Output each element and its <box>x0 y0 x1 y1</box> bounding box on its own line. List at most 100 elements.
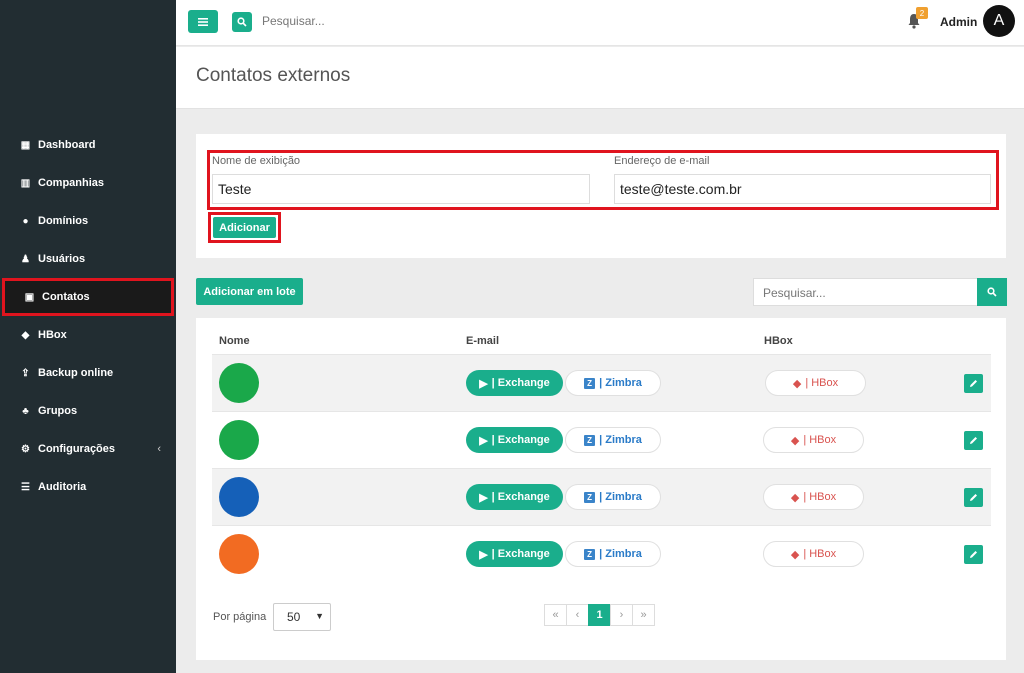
notification-badge: 2 <box>916 7 928 19</box>
next-page-button[interactable]: › <box>610 604 633 626</box>
zimbra-button[interactable]: Z | Zimbra <box>565 484 661 510</box>
cube-icon: ◆ <box>21 329 30 341</box>
sidebar-item-label: Contatos <box>42 291 90 303</box>
exchange-button[interactable]: ▶ | Exchange <box>466 370 563 396</box>
add-button[interactable]: Adicionar <box>213 217 276 238</box>
chevron-left-icon: ‹ <box>157 443 161 455</box>
display-name-label: Nome de exibição <box>212 155 301 167</box>
sidebar-item-label: Auditoria <box>38 481 87 493</box>
exchange-button[interactable]: ▶ | Exchange <box>466 427 563 453</box>
zimbra-icon: Z <box>584 491 596 503</box>
pencil-icon <box>970 380 977 387</box>
hamburger-icon <box>198 17 208 26</box>
contact-avatar <box>219 363 259 403</box>
table-row: ▶ | Exchange Z | Zimbra ◆ | HBox <box>212 411 991 468</box>
batch-add-button[interactable]: Adicionar em lote <box>196 278 303 305</box>
per-page-value: 50 <box>287 610 301 624</box>
chevron-down-icon: ▼ <box>315 611 324 621</box>
column-header-name: Nome <box>219 335 250 347</box>
edit-button[interactable] <box>964 545 983 564</box>
pencil-icon <box>970 437 977 444</box>
hbox-button[interactable]: ◆ | HBox <box>763 541 864 567</box>
cube-icon: ◆ <box>790 434 800 447</box>
sidebar-item-contatos[interactable]: ▣ Contatos <box>2 278 174 316</box>
avatar[interactable]: A <box>983 5 1015 37</box>
hbox-button[interactable]: ◆ | HBox <box>763 427 864 453</box>
exchange-button[interactable]: ▶ | Exchange <box>466 541 563 567</box>
menu-toggle-button[interactable] <box>188 10 218 33</box>
topbar: Pesquisar... 2 Admin A <box>176 0 1024 46</box>
users-icon: ♣ <box>22 405 29 417</box>
list-icon: ☰ <box>21 481 30 493</box>
hbox-button[interactable]: ◆ | HBox <box>763 484 864 510</box>
column-header-email: E-mail <box>466 335 500 347</box>
display-name-field[interactable]: Teste <box>212 174 590 204</box>
exchange-button[interactable]: ▶ | Exchange <box>466 484 563 510</box>
user-icon: ♟ <box>21 253 30 265</box>
sidebar-item-hbox[interactable]: ◆ HBox <box>0 316 176 354</box>
contact-avatar <box>219 477 259 517</box>
building-icon: ▥ <box>20 177 31 189</box>
add-button-highlight: Adicionar <box>208 212 281 243</box>
contact-avatar <box>219 534 259 574</box>
sidebar-item-backup-online[interactable]: ⇪ Backup online <box>0 354 176 392</box>
sidebar-item-label: Backup online <box>38 367 114 379</box>
column-header-hbox: HBox <box>764 335 793 347</box>
zimbra-button[interactable]: Z | Zimbra <box>565 370 661 396</box>
email-field[interactable]: teste@teste.com.br <box>614 174 991 204</box>
upload-icon: ⇪ <box>21 367 30 379</box>
sidebar-nav: ▦ Dashboard ▥ Companhias ● Domínios ♟ Us… <box>0 126 176 506</box>
sidebar-item-auditoria[interactable]: ☰ Auditoria <box>0 468 176 506</box>
prev-page-button[interactable]: ‹ <box>566 604 589 626</box>
sidebar-item-grupos[interactable]: ♣ Grupos <box>0 392 176 430</box>
top-search-button[interactable] <box>232 12 252 32</box>
per-page-select[interactable]: 50 ▼ <box>273 603 331 631</box>
play-icon: ▶ <box>479 434 488 447</box>
sidebar-item-dashboard[interactable]: ▦ Dashboard <box>0 126 176 164</box>
list-search-input[interactable]: Pesquisar... <box>753 278 978 306</box>
dashboard-icon: ▦ <box>20 139 31 151</box>
top-search-input[interactable]: Pesquisar... <box>262 14 325 28</box>
add-contact-form: Nome de exibição Teste Endereço de e-mai… <box>196 134 1006 258</box>
sidebar-item-usuarios[interactable]: ♟ Usuários <box>0 240 176 278</box>
contact-card-icon: ▣ <box>24 291 35 303</box>
search-icon <box>237 17 247 27</box>
edit-button[interactable] <box>964 488 983 507</box>
edit-button[interactable] <box>964 431 983 450</box>
user-name[interactable]: Admin <box>940 15 977 29</box>
table-row: ▶ | Exchange Z | Zimbra ◆ | HBox <box>212 468 991 525</box>
pagination: « ‹ 1 › » <box>544 604 655 626</box>
page-title: Contatos externos <box>196 65 351 86</box>
cube-icon: ◆ <box>792 377 802 390</box>
edit-button[interactable] <box>964 374 983 393</box>
sidebar-item-companhias[interactable]: ▥ Companhias <box>0 164 176 202</box>
email-label: Endereço de e-mail <box>614 155 710 167</box>
play-icon: ▶ <box>479 548 488 561</box>
pencil-icon <box>970 494 977 501</box>
sidebar-item-dominios[interactable]: ● Domínios <box>0 202 176 240</box>
list-search-button[interactable] <box>977 278 1007 306</box>
cube-icon: ◆ <box>790 548 800 561</box>
zimbra-icon: Z <box>584 434 596 446</box>
last-page-button[interactable]: » <box>632 604 655 626</box>
sidebar-item-label: Configurações <box>38 443 116 455</box>
sidebar-item-label: HBox <box>38 329 67 341</box>
first-page-button[interactable]: « <box>544 604 567 626</box>
gear-icon: ⚙ <box>21 443 30 455</box>
hbox-button[interactable]: ◆ | HBox <box>765 370 866 396</box>
zimbra-icon: Z <box>584 548 596 560</box>
per-page-label: Por página <box>213 611 267 623</box>
page-button-current[interactable]: 1 <box>588 604 611 626</box>
table-row: ▶ | Exchange Z | Zimbra ◆ | HBox <box>212 354 991 411</box>
play-icon: ▶ <box>479 377 488 390</box>
zimbra-button[interactable]: Z | Zimbra <box>565 541 661 567</box>
zimbra-icon: Z <box>584 377 596 389</box>
table-row: ▶ | Exchange Z | Zimbra ◆ | HBox <box>212 525 991 582</box>
contacts-table: Nome E-mail HBox ▶ | Exchange Z | Zimbra ◆… <box>196 318 1006 660</box>
zimbra-button[interactable]: Z | Zimbra <box>565 427 661 453</box>
sidebar-item-configuracoes[interactable]: ⚙ Configurações ‹ <box>0 430 176 468</box>
sidebar-item-label: Dashboard <box>38 139 96 151</box>
sidebar-item-label: Grupos <box>38 405 78 417</box>
sidebar-item-label: Usuários <box>38 253 86 265</box>
search-icon <box>987 287 997 297</box>
